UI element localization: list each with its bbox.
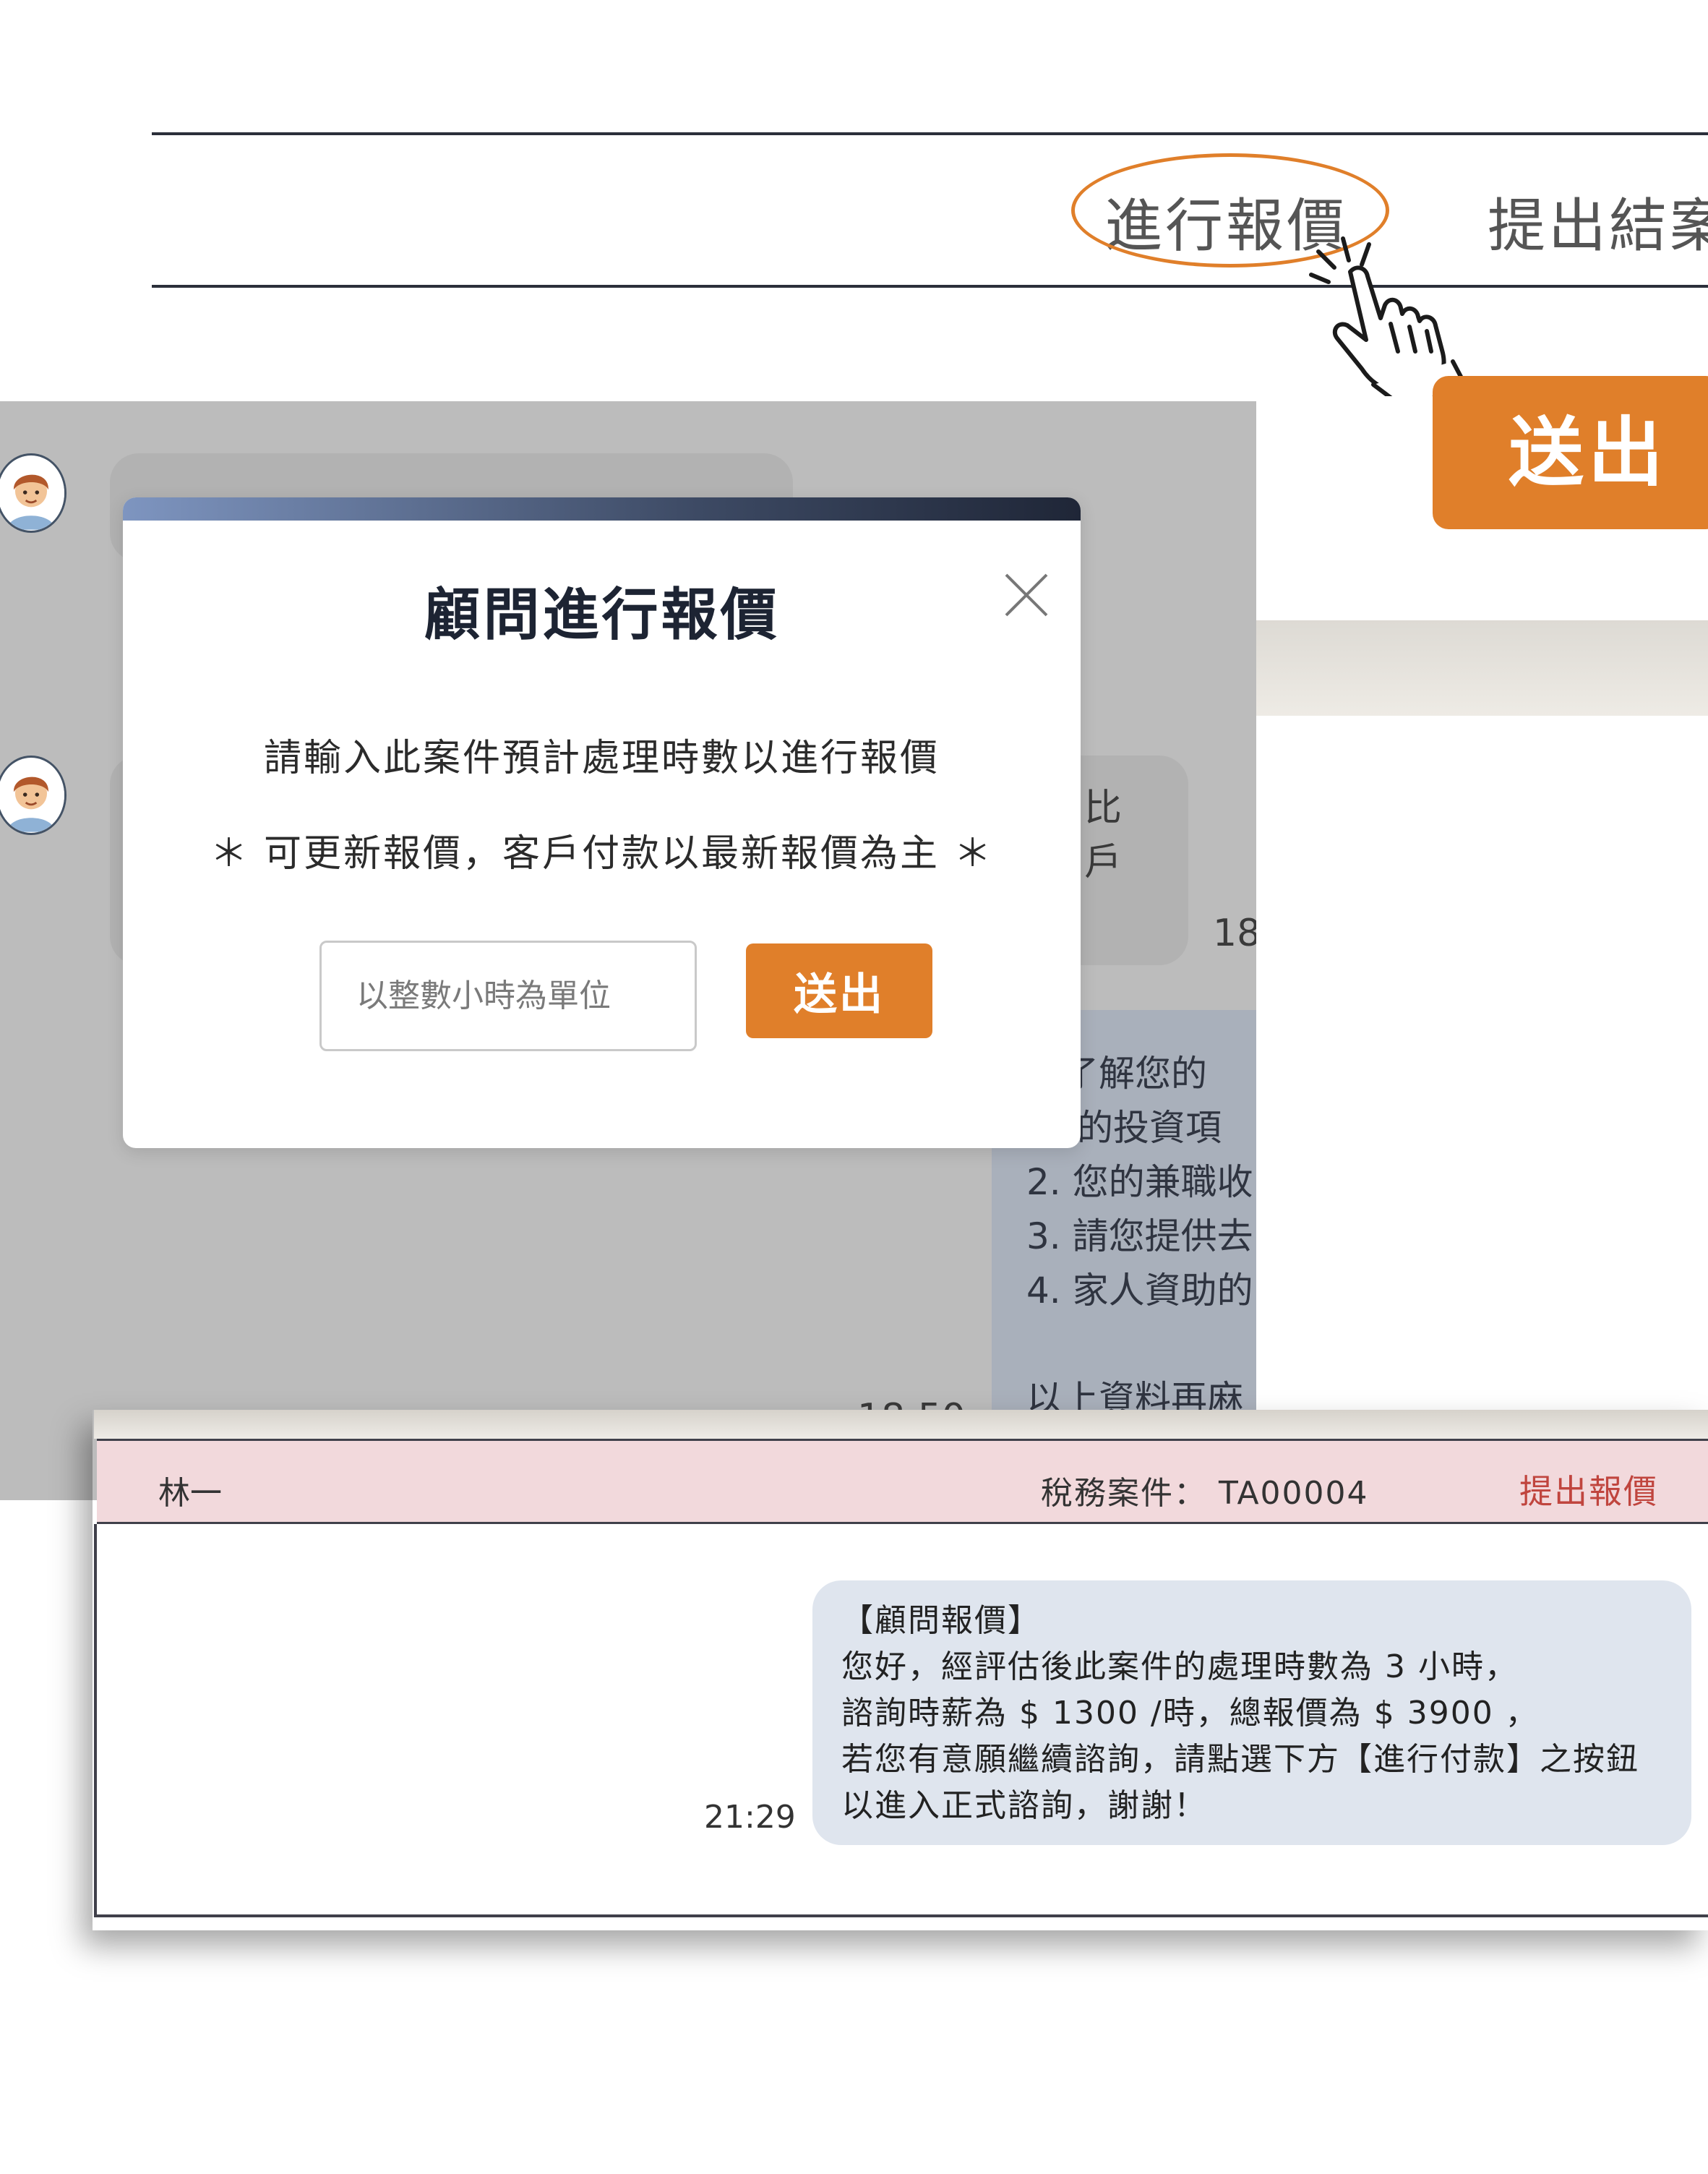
modal-description: 請輸入此案件預計處理時數以進行報價 [263,737,940,780]
chat-peek-line: 4. 家人資助的 [1026,1270,1253,1311]
chat-timestamp: 18 [1213,912,1256,955]
message-timestamp: 21:29 [704,1799,796,1836]
modal-note: ＊ 可更新報價，客戶付款以最新報價為主 ＊ [210,832,994,876]
client-name: 林一 [158,1475,222,1512]
message-line: 您好，經評估後此案件的處理時數為 3 小時， [841,1648,1518,1685]
message-line: 以進入正式諮詢，謝謝！ [841,1787,1207,1824]
case-number: 稅務案件： TA00004 [1041,1475,1369,1512]
chat-peek-line: 2. 您的兼職收 [1026,1161,1253,1203]
chat-peek-text: 戶 [1084,841,1123,884]
submit-quote-link[interactable]: 提出報價 [1519,1465,1658,1513]
send-button[interactable]: 送出 [1433,376,1708,529]
nav-divider-bottom [152,285,1708,288]
chat-peek-line: 3. 請您提供去 [1026,1215,1253,1257]
hours-input[interactable] [319,941,697,1051]
panel-edge [1256,620,1708,716]
close-icon[interactable] [997,566,1055,624]
quote-message-bubble: 【顧問報價】 您好，經評估後此案件的處理時數為 3 小時， 諮詢時薪為 $ 13… [812,1580,1691,1845]
user-avatar-icon [0,453,66,533]
modal-title: 顧問進行報價 [424,583,780,648]
message-line: 諮詢時薪為 $ 1300 /時，總報價為 $ 3900 ， [841,1695,1539,1732]
nav-divider-top [152,132,1708,135]
message-line: 若您有意願繼續諮詢，請點選下方【進行付款】之按鈕 [841,1741,1639,1778]
chat-peek-text: 比 [1084,787,1123,830]
message-line: 【顧問報價】 [841,1602,1041,1639]
chat-panel-edge [94,1410,1708,1439]
quote-modal: 顧問進行報價 請輸入此案件預計處理時數以進行報價 ＊ 可更新報價，客戶付款以最新… [123,497,1081,1148]
hand-pointer-icon [1309,236,1467,396]
chat-panel-header: 林一 稅務案件： TA00004 提出報價 [97,1439,1708,1524]
modal-header-bar [123,497,1081,521]
nav-close-case-tab[interactable]: 提出結案 [1488,179,1708,263]
user-avatar-icon [0,756,66,835]
modal-submit-button[interactable]: 送出 [746,943,932,1038]
